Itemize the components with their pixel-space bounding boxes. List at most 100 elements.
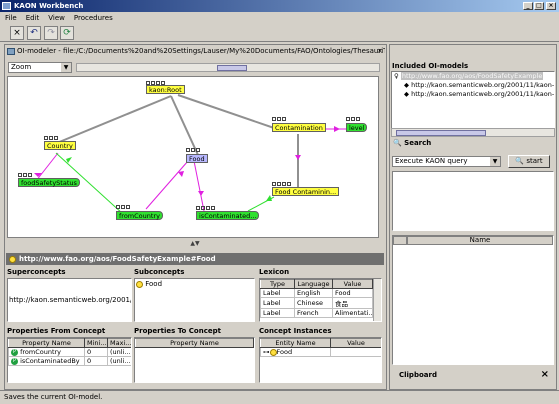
zoom-slider[interactable] xyxy=(76,63,380,72)
column-header[interactable]: Maxi... xyxy=(107,338,131,348)
concept-instances-table-wrap: Entity Name Value ⊶ Food xyxy=(259,337,382,383)
node-level[interactable]: level xyxy=(346,123,368,132)
close-modeler-icon[interactable]: × xyxy=(377,47,385,55)
tree-item-root[interactable]: ♀ http://www.fao.org/aos/FoodSafetyExamp… xyxy=(392,72,554,80)
edge-food-fromcountry xyxy=(145,160,189,210)
arrow-head xyxy=(66,157,72,163)
node-handles xyxy=(146,79,166,85)
arrow-head xyxy=(334,126,340,132)
search-icon: 🔍 xyxy=(393,139,402,147)
table-row[interactable]: ⊶ Food xyxy=(260,347,381,357)
included-hscrollbar[interactable] xyxy=(391,128,555,137)
menu-file[interactable]: File xyxy=(5,14,17,22)
toolbar: × ↶ ↷ ⟳ xyxy=(0,24,559,42)
table-cell: (unli... xyxy=(107,356,131,366)
column-header[interactable]: Value xyxy=(332,279,373,289)
tree-item-label: http://kaon.semanticweb.org/2001/11/kaon… xyxy=(411,90,555,98)
close-window-button[interactable]: × xyxy=(546,2,556,10)
node-contamination[interactable]: Contamination xyxy=(272,123,326,132)
instances-header-row: Entity Name Value xyxy=(260,338,381,348)
node-is-contaminated-by[interactable]: isContaminated... xyxy=(196,211,260,220)
properties-from-table-wrap: Property Name Mini... Maxi... P fromCountr… xyxy=(7,337,132,383)
table-cell: Label xyxy=(260,308,295,318)
results-icon-column[interactable] xyxy=(393,236,407,245)
table-cell: Food xyxy=(332,288,373,298)
properties-to-panel: Properties To Concept Property Name xyxy=(134,326,255,384)
arrow-head xyxy=(295,155,301,160)
chevron-down-icon: ▼ xyxy=(61,63,71,72)
table-cell: French xyxy=(294,308,333,318)
refresh-icon[interactable]: ⟳ xyxy=(60,26,74,40)
column-header[interactable]: Mini... xyxy=(84,338,108,348)
column-header[interactable]: Property Name xyxy=(8,338,85,348)
arrow-head xyxy=(198,191,204,196)
oi-modeler-header: OI-modeler - file:/C:/Documents%20and%20… xyxy=(7,46,385,57)
column-header[interactable]: Property Name xyxy=(135,338,254,348)
status-text: Saves the current OI-model. xyxy=(4,393,103,401)
tree-item[interactable]: ◆ http://kaon.semanticweb.org/2001/11/ka… xyxy=(392,90,554,98)
table-row[interactable]: Label English Food xyxy=(260,288,373,298)
subconcept-item[interactable]: Food xyxy=(136,280,253,288)
zoom-slider-thumb[interactable] xyxy=(217,65,247,71)
included-title: Included OI-models xyxy=(392,61,552,71)
splitter-handle[interactable]: ▲▼ xyxy=(7,240,383,248)
table-cell: Label xyxy=(260,297,295,309)
tree-toggle-icon[interactable]: ♀ xyxy=(394,72,399,80)
properties-from-table: Property Name Mini... Maxi... P fromCountr… xyxy=(8,338,131,366)
start-button[interactable]: 🔍 start xyxy=(508,155,550,168)
zoom-label: Zoom xyxy=(11,63,32,71)
minimize-button[interactable]: _ xyxy=(523,2,533,10)
lexicon-header-row: Type Language Value xyxy=(260,279,373,289)
tree-item[interactable]: ◆ http://kaon.semanticweb.org/2001/11/ka… xyxy=(392,81,554,89)
menu-procedures[interactable]: Procedures xyxy=(74,14,113,22)
included-tree: ♀ http://www.fao.org/aos/FoodSafetyExamp… xyxy=(391,71,555,129)
undo-icon[interactable]: ↶ xyxy=(27,26,41,40)
table-cell: 0 xyxy=(84,356,108,366)
column-header[interactable]: Name xyxy=(407,236,553,245)
lexicon-table: Type Language Value Label English Food Label… xyxy=(260,279,373,318)
property-name: isContaminatedBy xyxy=(20,357,80,365)
close-model-icon[interactable]: × xyxy=(10,26,24,40)
included-scroll-thumb[interactable] xyxy=(396,130,486,136)
node-country[interactable]: Country xyxy=(44,141,76,150)
table-row[interactable]: P fromCountry 0 (unli... xyxy=(8,347,131,357)
superconcepts-panel: Superconcepts http://kaon.semanticweb.or… xyxy=(7,267,132,323)
clipboard-title: Clipboard xyxy=(399,371,437,379)
lexicon-panel: Lexicon Type Language Value Label English Fo… xyxy=(259,267,382,323)
column-header[interactable]: Value xyxy=(330,338,381,348)
node-food-safety-status[interactable]: foodSafetyStatus xyxy=(18,178,80,187)
graph-canvas[interactable]: kaon:Root Country Food Contamination lev… xyxy=(7,76,379,238)
table-row[interactable]: P isContaminatedBy 0 (unli... xyxy=(8,356,131,366)
property-name: fromCountry xyxy=(20,348,62,356)
zoom-select[interactable]: Zoom ▼ xyxy=(8,62,72,73)
node-food-contamination[interactable]: Food Contaminin... xyxy=(272,187,340,196)
query-type-select[interactable]: Execute KAON query ▼ xyxy=(392,156,501,167)
column-header[interactable]: Type xyxy=(260,279,295,289)
table-cell: ⊶ Food xyxy=(260,347,331,357)
concept-instances-panel: Concept Instances Entity Name Value ⊶ Food xyxy=(259,326,382,384)
superconcept-item[interactable]: http://kaon.semanticweb.org/2001/11/k xyxy=(9,296,131,304)
table-row[interactable]: Label Chinese 食品 xyxy=(260,297,373,309)
concept-icon xyxy=(136,280,143,288)
superconcepts-title: Superconcepts xyxy=(7,267,132,277)
properties-from-title: Properties From Concept xyxy=(7,326,132,336)
column-header[interactable]: Entity Name xyxy=(260,338,331,348)
table-row[interactable]: Label French Alimentati... xyxy=(260,308,373,318)
maximize-button[interactable]: □ xyxy=(534,2,544,10)
query-input[interactable] xyxy=(392,171,554,231)
node-kaon-root[interactable]: kaon:Root xyxy=(146,85,185,94)
table-cell: English xyxy=(294,288,333,298)
expand-icon[interactable]: ⊶ xyxy=(263,349,270,356)
edge-root-contamination xyxy=(177,94,275,129)
superconcepts-list: http://kaon.semanticweb.org/2001/11/k xyxy=(7,278,132,322)
lexicon-scrollbar[interactable] xyxy=(373,279,381,321)
close-clipboard-icon[interactable]: × xyxy=(541,368,549,382)
tree-item-label: http://www.fao.org/aos/FoodSafetyExample xyxy=(400,72,544,80)
menu-edit[interactable]: Edit xyxy=(26,14,40,22)
node-food[interactable]: Food xyxy=(186,154,208,163)
menu-view[interactable]: View xyxy=(48,14,65,22)
node-handles xyxy=(18,171,33,177)
node-from-country[interactable]: fromCountry xyxy=(116,211,163,220)
column-header[interactable]: Language xyxy=(294,279,333,289)
redo-icon[interactable]: ↷ xyxy=(44,26,58,40)
